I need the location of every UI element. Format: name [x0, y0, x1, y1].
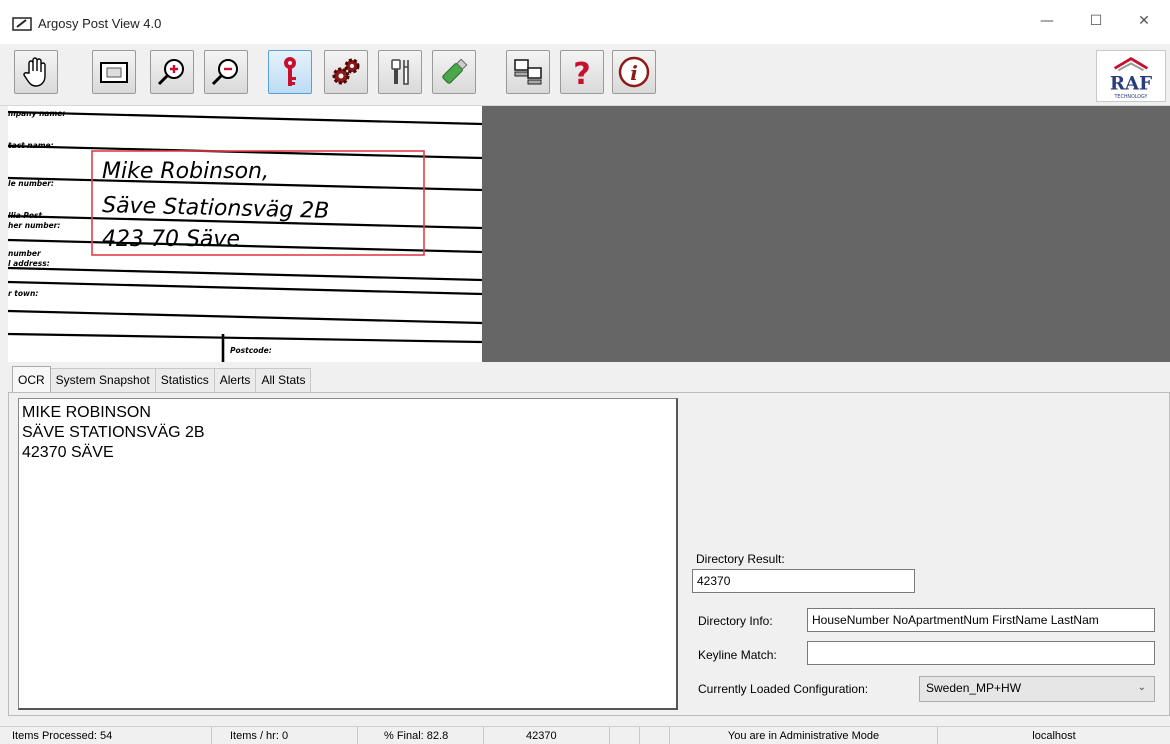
directory-result-field[interactable]: 42370 [692, 569, 915, 593]
title-bar: Argosy Post View 4.0 — ☐ ✕ [0, 0, 1170, 44]
gears-icon [332, 58, 360, 85]
svg-text:TECHNOLOGY: TECHNOLOGY [1114, 94, 1148, 100]
svg-text:?: ? [573, 57, 590, 89]
close-button[interactable]: ✕ [1130, 10, 1158, 32]
zoom-out-button[interactable] [204, 50, 248, 94]
status-items-processed: Items Processed: 54 [0, 727, 212, 744]
svg-text:le number:: le number: [8, 179, 54, 188]
directory-result-label: Directory Result: [696, 552, 785, 566]
status-host: localhost [1032, 730, 1076, 742]
svg-text:llia Post: llia Post [8, 211, 42, 220]
svg-text:Postcode:: Postcode: [230, 346, 272, 355]
status-blank [640, 727, 670, 744]
tab-ocr[interactable]: OCR [12, 366, 51, 392]
info-icon: i [618, 56, 650, 88]
minimize-button[interactable]: — [1033, 10, 1061, 32]
ocr-line: MIKE ROBINSON [22, 404, 151, 421]
admin-key-button[interactable] [268, 50, 312, 94]
ocr-result-textbox[interactable]: MIKE ROBINSON SÄVE STATIONSVÄG 2B 42370 … [18, 398, 678, 710]
svg-text:Mike Robinson,: Mike Robinson, [102, 159, 269, 184]
key-icon [284, 57, 296, 86]
status-mode: You are in Administrative Mode [670, 727, 938, 744]
tools-button[interactable] [378, 50, 422, 94]
status-percent-final: % Final: 82.8 [358, 727, 484, 744]
configuration-select[interactable]: Sweden_MP+HW ⌄ [919, 676, 1155, 702]
svg-text:r town:: r town: [8, 289, 38, 298]
zoom-in-button[interactable] [150, 50, 194, 94]
usb-export-button[interactable] [432, 50, 476, 94]
status-bar: Items Processed: 54 Items / hr: 0 % Fina… [0, 726, 1170, 744]
tab-system-snapshot[interactable]: System Snapshot [49, 368, 156, 392]
svg-text:l address:: l address: [8, 259, 50, 268]
directory-info-field[interactable]: HouseNumber NoApartmentNum FirstName Las… [807, 608, 1155, 632]
zoom-in-icon [157, 59, 184, 86]
app-icon [12, 17, 32, 31]
keyline-match-field[interactable] [807, 641, 1155, 665]
svg-text:number: number [8, 249, 42, 258]
svg-text:tact name:: tact name: [8, 141, 54, 150]
svg-text:her number:: her number: [8, 221, 60, 230]
maximize-button[interactable]: ☐ [1082, 10, 1110, 32]
svg-text:RAF: RAF [1110, 73, 1152, 94]
status-blank [610, 727, 640, 744]
window-title: Argosy Post View 4.0 [38, 16, 162, 31]
scanned-image-pane[interactable]: mpany name: tact name: le number: llia P… [8, 106, 482, 362]
chevron-down-icon: ⌄ [1137, 682, 1146, 693]
raf-logo: RAF TECHNOLOGY [1096, 50, 1166, 102]
tab-strip: OCR System Snapshot Statistics Alerts Al… [12, 366, 312, 392]
tab-all-stats[interactable]: All Stats [255, 368, 312, 392]
ocr-line: SÄVE STATIONSVÄG 2B [22, 424, 205, 441]
tools-icon [391, 59, 409, 85]
directory-info-label: Directory Info: [698, 614, 773, 628]
zoom-out-icon [211, 59, 238, 86]
view-image-button[interactable] [92, 50, 136, 94]
help-button[interactable]: ? [560, 50, 604, 94]
hand-icon [23, 57, 46, 87]
help-icon: ? [573, 57, 590, 89]
configuration-select-value: Sweden_MP+HW [926, 681, 1022, 695]
svg-text:i: i [630, 61, 638, 85]
image-background-area [482, 106, 1170, 362]
about-button[interactable]: i [612, 50, 656, 94]
svg-text:423 70 Säve: 423 70 Säve [102, 227, 240, 252]
network-button[interactable] [506, 50, 550, 94]
pan-button[interactable] [14, 50, 58, 94]
toolbar: ? i RAF TECHNOLOGY [0, 44, 1170, 106]
svg-text:mpany name:: mpany name: [8, 109, 65, 118]
tab-statistics[interactable]: Statistics [154, 368, 215, 392]
status-postcode: 42370 [484, 727, 610, 744]
computers-icon [514, 59, 542, 85]
tab-alerts[interactable]: Alerts [213, 368, 257, 392]
loaded-configuration-label: Currently Loaded Configuration: [698, 682, 869, 696]
status-items-per-hour: Items / hr: 0 [212, 727, 358, 744]
image-view-icon [100, 62, 128, 83]
settings-gears-button[interactable] [324, 50, 368, 94]
usb-drive-icon [442, 58, 468, 84]
ocr-line: 42370 SÄVE [22, 444, 114, 461]
keyline-match-label: Keyline Match: [698, 648, 777, 662]
scanned-form-image: mpany name: tact name: le number: llia P… [8, 106, 482, 362]
